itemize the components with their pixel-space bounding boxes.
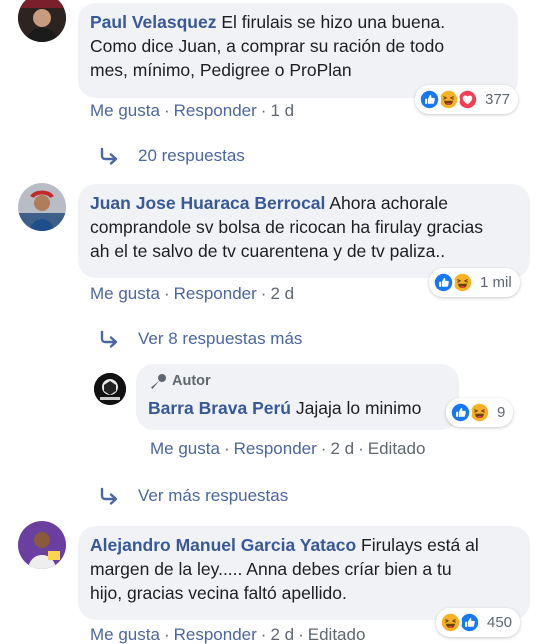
reply-button[interactable]: Responder (174, 101, 257, 120)
reply-arrow-icon (100, 330, 118, 348)
reply-button[interactable]: Responder (174, 625, 257, 644)
like-button[interactable]: Me gusta (90, 625, 160, 644)
comment-actions: Me gusta · Responder · 2 d (90, 284, 295, 303)
reaction-summary[interactable]: 9 (446, 398, 514, 427)
comment-text: Como dice Juan, a comprar su ración de t… (90, 36, 445, 56)
avatar-photo (94, 373, 126, 405)
comment-actions: Me gusta · Responder · 2 d · Editado (90, 625, 366, 644)
reaction-count: 450 (487, 614, 513, 631)
avatar[interactable] (18, 183, 66, 231)
view-replies-link[interactable]: Ver 8 respuestas más (98, 329, 302, 349)
author-badge-label: Autor (172, 373, 211, 389)
comment-text: hijo, gracias vecina faltó apellido. (90, 583, 347, 603)
view-replies-label[interactable]: Ver más respuestas (138, 486, 288, 506)
reaction-count: 1 mil (480, 274, 512, 291)
timestamp[interactable]: 1 d (270, 101, 294, 120)
timestamp[interactable]: 2 d (270, 284, 294, 303)
like-button[interactable]: Me gusta (90, 284, 160, 303)
reaction-count: 377 (485, 91, 511, 108)
view-more-replies-link[interactable]: Ver más respuestas (98, 486, 288, 506)
reply-arrow-icon (100, 147, 118, 165)
reply-button[interactable]: Responder (174, 284, 257, 303)
comment-author[interactable]: Barra Brava Perú (148, 398, 291, 418)
timestamp[interactable]: 2 d (270, 625, 294, 644)
comment-author[interactable]: Alejandro Manuel Garcia Yataco (90, 535, 356, 555)
comment-text: Firulays está al (361, 535, 479, 555)
haha-icon (439, 611, 462, 634)
comment-text: mes, mínimo, Pedigree o ProPlan (90, 60, 352, 80)
like-icon (418, 88, 441, 111)
reaction-summary[interactable]: 1 mil (429, 268, 520, 297)
comment-actions: Me gusta · Responder · 2 d · Editado (150, 439, 426, 458)
comment-bubble: Paul Velasquez El firulais se hizo una b… (78, 3, 518, 98)
avatar[interactable] (18, 521, 66, 569)
author-badge: Autor (148, 369, 447, 393)
avatar-photo (18, 0, 66, 42)
avatar[interactable] (18, 0, 66, 42)
comment-text: Jajaja lo minimo (295, 398, 422, 418)
comment-text: margen de la ley..... Anna debes críar b… (90, 559, 452, 579)
comment-author[interactable]: Juan Jose Huaraca Berrocal (90, 193, 325, 213)
like-button[interactable]: Me gusta (90, 101, 160, 120)
reaction-count: 9 (497, 404, 506, 421)
avatar-photo (18, 183, 66, 231)
edited-label: Editado (307, 625, 366, 644)
comment-bubble: Alejandro Manuel Garcia Yataco Firulays … (78, 526, 530, 620)
reply-button[interactable]: Responder (234, 439, 317, 458)
comment-text: Ahora achorale (329, 193, 449, 213)
comment-text: ah el te salvo de tv cuarentena y de tv … (90, 241, 446, 261)
comment-bubble: Juan Jose Huaraca Berrocal Ahora achoral… (78, 184, 530, 278)
microphone-icon (151, 374, 166, 389)
reaction-summary[interactable]: 377 (415, 85, 519, 114)
reaction-summary[interactable]: 450 (436, 608, 521, 637)
comment-text: comprandole sv bolsa de ricocan ha firul… (90, 217, 483, 237)
view-replies-link[interactable]: 20 respuestas (98, 146, 245, 166)
comment-bubble: Autor Barra Brava Perú Jajaja lo minimo (136, 364, 459, 430)
timestamp[interactable]: 2 d (330, 439, 354, 458)
avatar-photo (18, 521, 66, 569)
edited-label: Editado (367, 439, 426, 458)
comment-text: El firulais se hizo una buena. (221, 12, 446, 32)
avatar[interactable] (94, 373, 126, 405)
like-icon (432, 271, 455, 294)
view-replies-label[interactable]: Ver 8 respuestas más (138, 329, 302, 349)
comment-author[interactable]: Paul Velasquez (90, 12, 216, 32)
like-button[interactable]: Me gusta (150, 439, 220, 458)
view-replies-label[interactable]: 20 respuestas (138, 146, 245, 166)
comment-actions: Me gusta · Responder · 1 d (90, 101, 295, 120)
reply-arrow-icon (100, 487, 118, 505)
like-icon (449, 401, 472, 424)
